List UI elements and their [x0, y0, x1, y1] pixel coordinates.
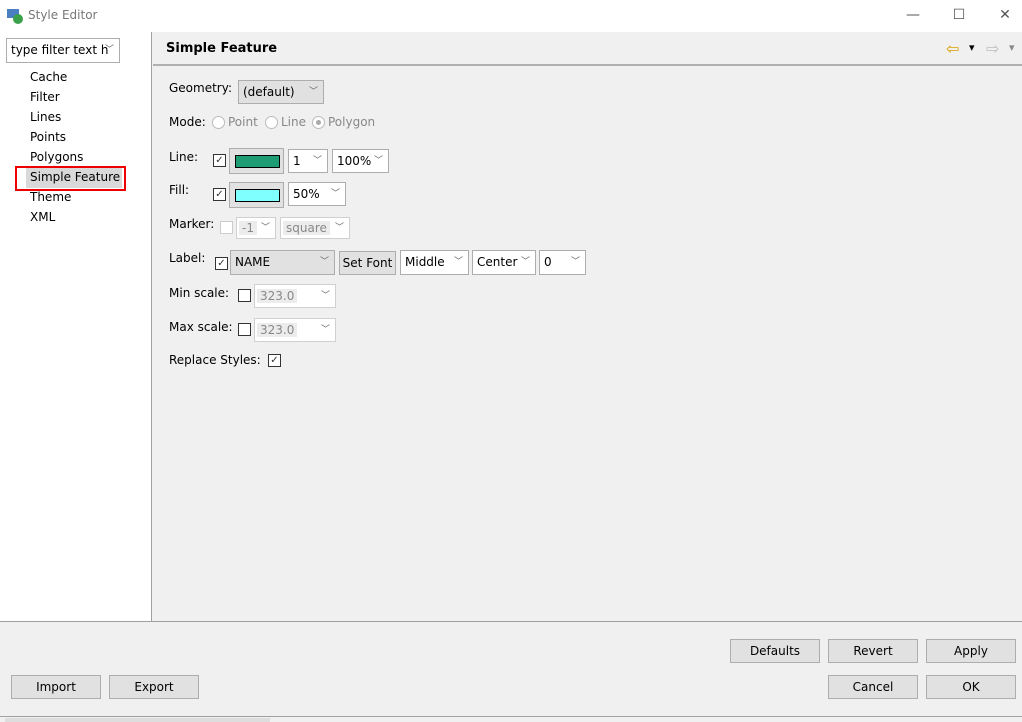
marker-size-value: -1 [239, 221, 257, 235]
min-scale-value: 323.0 [257, 289, 298, 303]
back-dropdown-icon[interactable]: ▾ [969, 41, 975, 54]
min-scale-checkbox[interactable] [238, 289, 251, 302]
label-label: Label: [169, 251, 206, 265]
chevron-down-icon: ﹀ [570, 257, 580, 267]
sidebar-item-cache[interactable]: Cache [30, 70, 67, 84]
marker-checkbox[interactable] [220, 221, 233, 234]
sidebar-item-theme[interactable]: Theme [30, 190, 71, 204]
window-title: Style Editor [28, 8, 98, 22]
export-button[interactable]: Export [109, 675, 199, 699]
label-field-value: NAME [235, 255, 271, 269]
fill-opacity-select[interactable]: 50% ﹀ [288, 182, 346, 206]
chevron-down-icon: ﹀ [520, 257, 530, 267]
chevron-down-icon: ﹀ [330, 189, 340, 199]
marker-shape-select[interactable]: square ﹀ [280, 217, 350, 239]
filter-input[interactable]: type filter text h ﹀ [6, 38, 120, 63]
chevron-down-icon: ﹀ [334, 223, 344, 233]
minimize-button[interactable]: — [898, 4, 928, 26]
forward-arrow-icon[interactable]: ⇨ [986, 39, 999, 58]
line-width-select[interactable]: 1 ﹀ [288, 149, 328, 173]
fill-checkbox[interactable]: ✓ [213, 188, 226, 201]
horizontal-scrollbar[interactable] [5, 718, 270, 722]
geometry-select[interactable]: (default) ﹀ [238, 80, 324, 104]
sidebar-item-xml[interactable]: XML [30, 210, 55, 224]
replace-styles-checkbox[interactable]: ✓ [268, 354, 281, 367]
replace-styles-label: Replace Styles: [169, 353, 261, 367]
label-rotation-select[interactable]: 0 ﹀ [539, 250, 586, 275]
label-checkbox[interactable]: ✓ [215, 257, 228, 270]
filter-placeholder: type filter text h [11, 43, 109, 57]
chevron-down-icon: ﹀ [373, 156, 383, 166]
line-opacity-select[interactable]: 100% ﹀ [332, 149, 389, 173]
page-header [153, 33, 1022, 66]
geometry-value: (default) [243, 85, 295, 99]
line-checkbox[interactable]: ✓ [213, 154, 226, 167]
geometry-label: Geometry: [169, 81, 233, 95]
defaults-button[interactable]: Defaults [730, 639, 820, 663]
mode-line-label: Line [281, 115, 307, 129]
max-scale-label: Max scale: [169, 320, 233, 334]
fill-color-button[interactable] [229, 182, 284, 208]
chevron-down-icon: ﹀ [320, 291, 330, 301]
import-button[interactable]: Import [11, 675, 101, 699]
label-horizontal-value: Center [477, 255, 518, 269]
chevron-down-icon: ﹀ [320, 325, 330, 335]
mode-polygon-label: Polygon [328, 115, 376, 129]
mode-polygon-radio[interactable] [312, 116, 325, 129]
min-scale-select[interactable]: 323.0 ﹀ [254, 284, 336, 308]
sidebar-item-lines[interactable]: Lines [30, 110, 61, 124]
max-scale-checkbox[interactable] [238, 323, 251, 336]
fill-opacity-value: 50% [293, 187, 320, 201]
page-title: Simple Feature [166, 41, 278, 56]
app-icon [7, 9, 23, 24]
forward-dropdown-icon[interactable]: ▾ [1009, 41, 1015, 54]
marker-shape-value: square [283, 221, 330, 235]
fill-color-swatch [235, 189, 280, 202]
chevron-down-icon: ﹀ [312, 156, 322, 166]
ok-button[interactable]: OK [926, 675, 1016, 699]
mode-label: Mode: [169, 115, 206, 129]
title-bar [0, 0, 1022, 32]
marker-size-select[interactable]: -1 ﹀ [236, 217, 276, 239]
marker-label: Marker: [169, 217, 215, 231]
back-arrow-icon[interactable]: ⇦ [946, 39, 959, 58]
label-horizontal-select[interactable]: Center ﹀ [472, 250, 536, 275]
max-scale-value: 323.0 [257, 323, 298, 337]
mode-point-radio[interactable] [212, 116, 225, 129]
mode-point-label: Point [228, 115, 258, 129]
mode-line-radio[interactable] [265, 116, 278, 129]
chevron-down-icon: ﹀ [319, 257, 329, 267]
sidebar-item-polygons[interactable]: Polygons [30, 150, 83, 164]
chevron-down-icon[interactable]: ﹀ [105, 39, 114, 61]
chevron-down-icon: ﹀ [453, 257, 463, 267]
label-field-select[interactable]: NAME ﹀ [230, 250, 335, 275]
line-opacity-value: 100% [337, 154, 372, 168]
sidebar-item-filter[interactable]: Filter [30, 90, 60, 104]
maximize-button[interactable]: ☐ [944, 4, 974, 26]
max-scale-select[interactable]: 323.0 ﹀ [254, 318, 336, 342]
apply-button[interactable]: Apply [926, 639, 1016, 663]
chevron-down-icon: ﹀ [260, 223, 270, 233]
line-width-value: 1 [293, 154, 301, 168]
line-label: Line: [169, 150, 199, 164]
revert-button[interactable]: Revert [828, 639, 918, 663]
divider [0, 621, 1022, 622]
divider [0, 716, 1022, 717]
label-vertical-value: Middle [405, 255, 445, 269]
line-color-swatch [235, 155, 280, 168]
sidebar [0, 32, 152, 621]
line-color-button[interactable] [229, 148, 284, 174]
min-scale-label: Min scale: [169, 286, 230, 300]
close-button[interactable]: ✕ [990, 4, 1020, 26]
selection-outline [15, 166, 126, 191]
label-rotation-value: 0 [544, 255, 552, 269]
sidebar-item-points[interactable]: Points [30, 130, 66, 144]
chevron-down-icon: ﹀ [308, 87, 318, 97]
cancel-button[interactable]: Cancel [828, 675, 918, 699]
label-vertical-select[interactable]: Middle ﹀ [400, 250, 469, 275]
fill-label: Fill: [169, 183, 190, 197]
set-font-button[interactable]: Set Font [339, 251, 396, 275]
